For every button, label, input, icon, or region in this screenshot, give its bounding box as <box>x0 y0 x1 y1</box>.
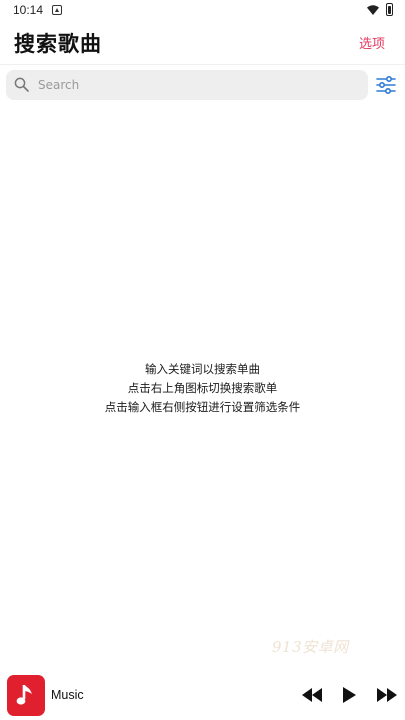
search-row <box>0 64 405 105</box>
app-bar: 搜索歌曲 选项 <box>0 22 405 62</box>
music-note-icon <box>16 685 32 705</box>
options-button[interactable]: 选项 <box>359 33 385 52</box>
hint-line: 输入关键词以搜索单曲 <box>145 362 260 376</box>
page-title: 搜索歌曲 <box>14 32 102 56</box>
search-box[interactable] <box>6 70 368 100</box>
empty-state-hint: 输入关键词以搜索单曲 点击右上角图标切换搜索歌单 点击输入框右侧按钮进行设置筛选… <box>0 360 405 417</box>
search-input[interactable] <box>34 70 367 100</box>
hint-line: 点击右上角图标切换搜索歌单 <box>127 381 278 395</box>
battery-icon <box>386 3 393 16</box>
watermark: 913安卓网 <box>272 638 349 656</box>
next-icon[interactable] <box>375 686 399 704</box>
wifi-icon <box>367 5 379 15</box>
previous-icon[interactable] <box>300 686 324 704</box>
album-art[interactable] <box>7 675 45 716</box>
filter-icon[interactable] <box>376 75 396 95</box>
play-icon[interactable] <box>341 686 357 704</box>
track-title: Music <box>51 688 84 702</box>
mini-player[interactable]: Music <box>0 672 405 720</box>
notification-icon <box>52 5 62 15</box>
hint-line: 点击输入框右侧按钮进行设置筛选条件 <box>104 400 301 414</box>
status-bar: 10:14 <box>0 0 405 22</box>
status-time: 10:14 <box>13 3 44 17</box>
search-icon <box>14 77 29 92</box>
